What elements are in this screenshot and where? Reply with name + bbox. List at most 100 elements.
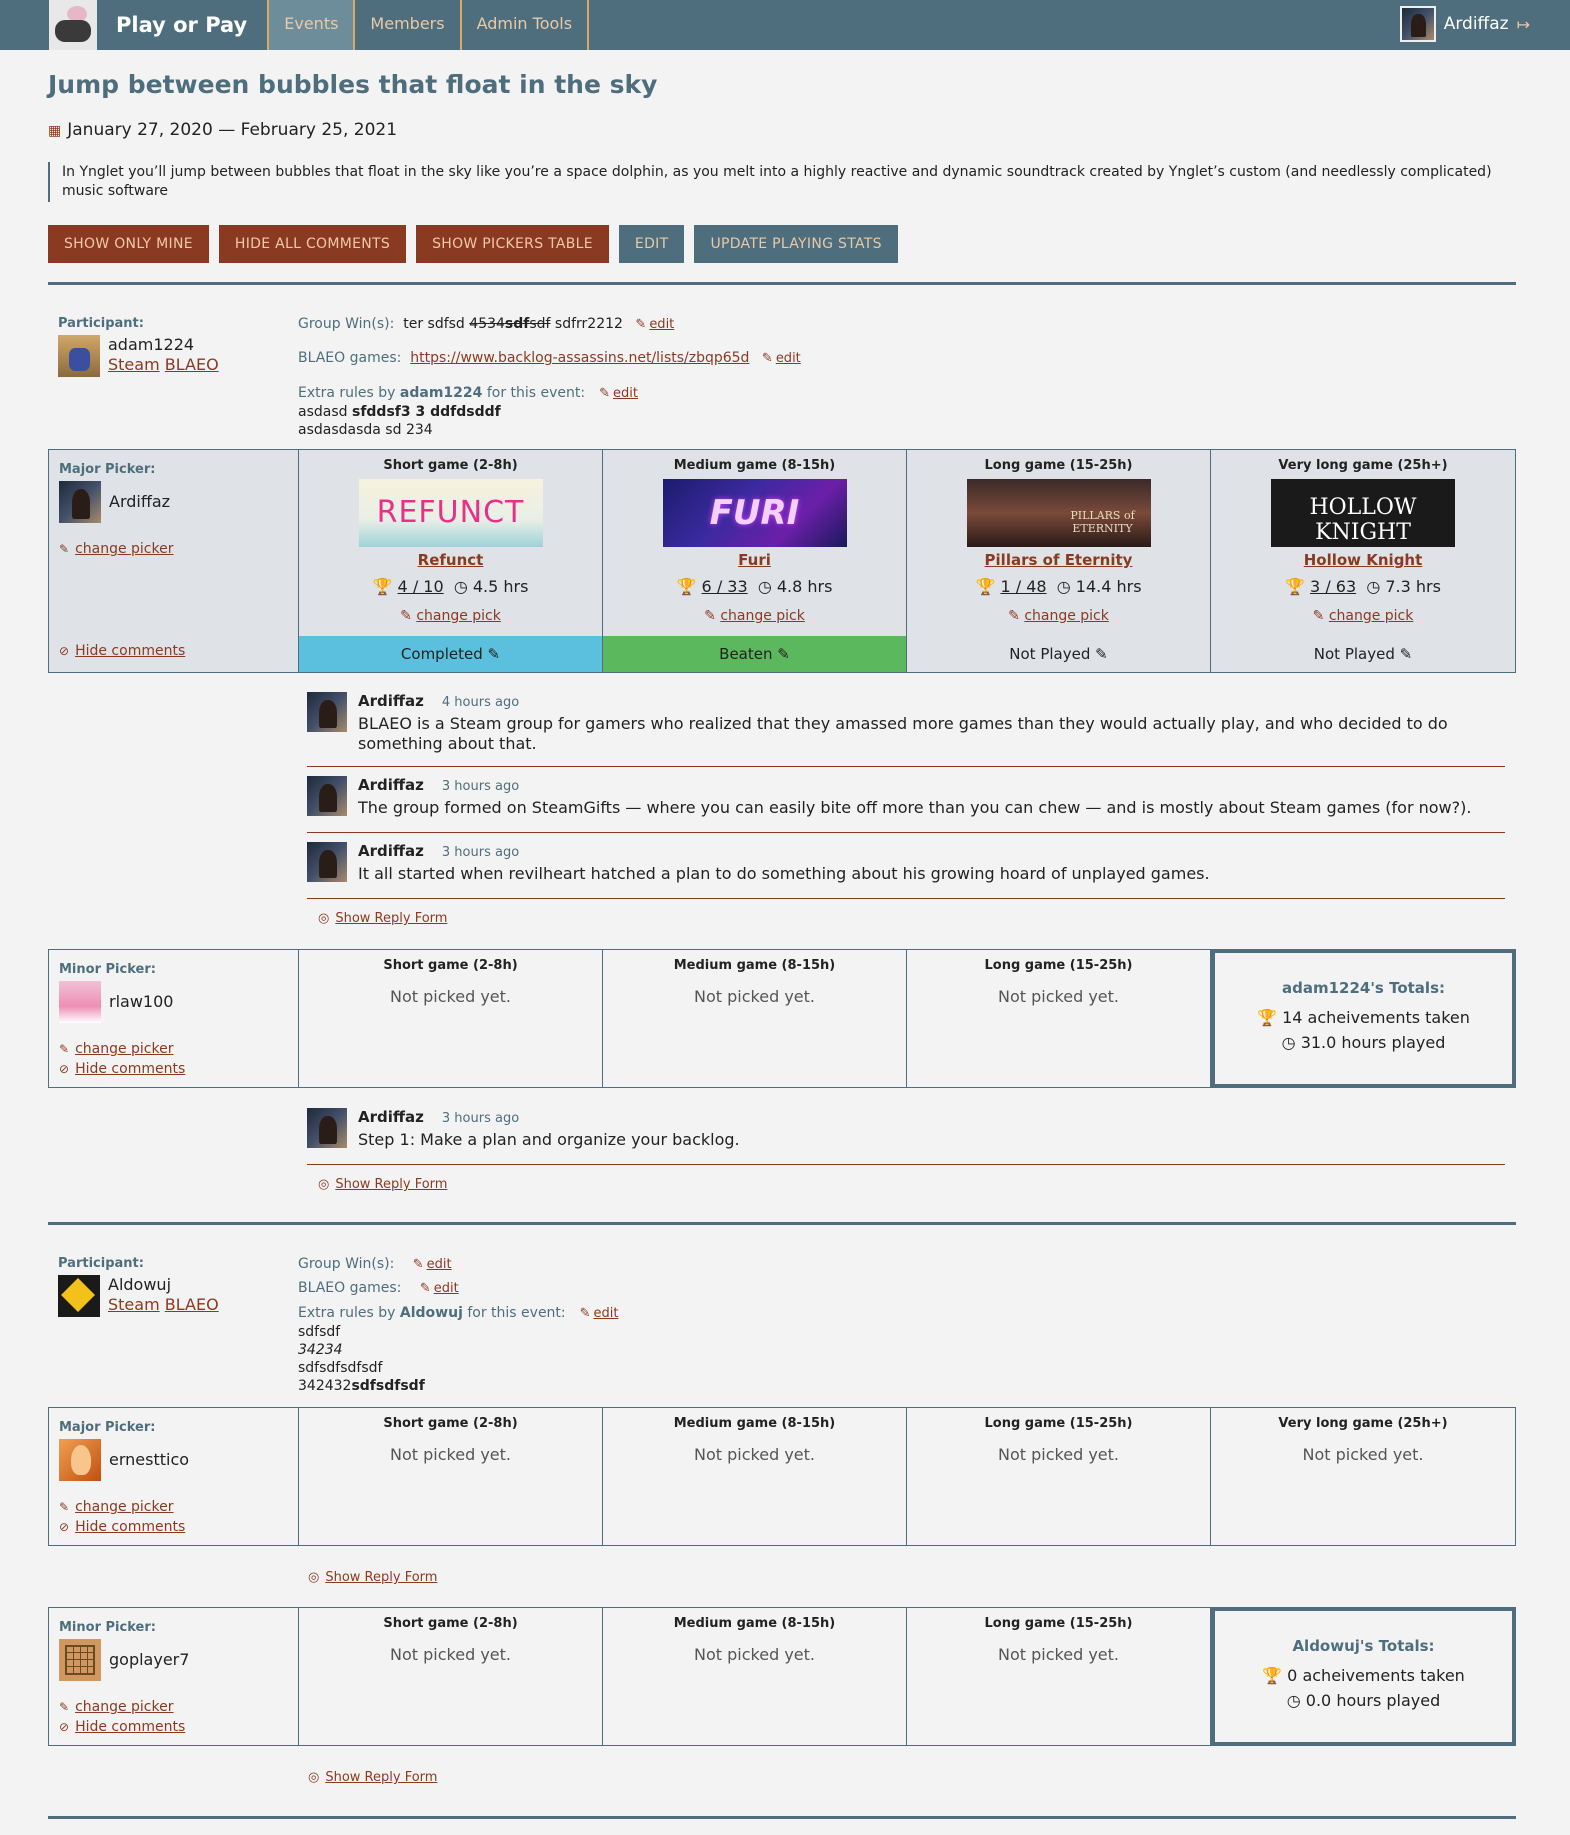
blaeo-url-link[interactable]: https://www.backlog-assassins.net/lists/… — [410, 350, 749, 366]
rules-line: sdfsdfsdfsdf — [298, 1360, 383, 1376]
show-reply-form-link[interactable]: ◎ Show Reply Form — [318, 911, 447, 926]
nav-members[interactable]: Members — [353, 0, 462, 50]
rules-line: 34234 — [298, 1342, 343, 1358]
action-bar: SHOW ONLY MINE HIDE ALL COMMENTS SHOW PI… — [48, 225, 908, 263]
edit-rules-link[interactable]: edit — [613, 386, 638, 401]
comment-author[interactable]: Ardiffaz — [358, 842, 424, 860]
status-badge[interactable]: Not Played ✎ — [907, 636, 1210, 672]
game-image[interactable]: REFUNCT — [358, 479, 543, 547]
participant-name[interactable]: Aldowuj — [108, 1275, 219, 1295]
hide-comments-link[interactable]: ⊘ Hide comments — [59, 1519, 288, 1535]
not-picked-text: Not picked yet. — [694, 987, 815, 1006]
not-picked-text: Not picked yet. — [694, 1645, 815, 1664]
picker-name[interactable]: rlaw100 — [109, 992, 173, 1012]
change-picker-link[interactable]: ✎ change picker — [59, 1041, 288, 1057]
blaeo-link[interactable]: BLAEO — [165, 1295, 219, 1314]
show-only-mine-button[interactable]: SHOW ONLY MINE — [48, 225, 209, 263]
hide-comments-link[interactable]: ⊘ Hide comments — [59, 643, 185, 659]
status-badge[interactable]: Not Played ✎ — [1211, 636, 1515, 672]
picker-name[interactable]: goplayer7 — [109, 1650, 189, 1670]
brand-title[interactable]: Play or Pay — [97, 0, 267, 50]
show-reply-form-link[interactable]: ◎ Show Reply Form — [308, 1570, 437, 1585]
comment-text: The group formed on SteamGifts — where y… — [358, 798, 1472, 817]
blaeo-link[interactable]: BLAEO — [165, 355, 219, 374]
comment-author[interactable]: Ardiffaz — [358, 692, 424, 710]
picker-info: Minor Picker: goplayer7 ✎ change picker ⊘… — [49, 1608, 299, 1745]
show-reply-form-link[interactable]: ◎ Show Reply Form — [308, 1770, 437, 1785]
hours: 4.8 hrs — [776, 577, 833, 596]
game-name[interactable]: Pillars of Eternity — [907, 551, 1210, 569]
logo-image[interactable] — [49, 0, 97, 50]
achievements-link[interactable]: 6 / 33 — [702, 577, 748, 596]
steam-link[interactable]: Steam — [108, 1295, 160, 1314]
group-wins-label: Group Win(s): — [298, 316, 395, 332]
achievements-link[interactable]: 1 / 48 — [1000, 577, 1046, 596]
game-slot-long: Long game (15-25h) Not picked yet. — [907, 1408, 1211, 1545]
change-picker-link[interactable]: ✎ change picker — [59, 1699, 288, 1715]
edit-group-wins-link[interactable]: edit — [427, 1257, 452, 1272]
update-playing-stats-button[interactable]: UPDATE PLAYING STATS — [694, 225, 898, 263]
game-image[interactable]: FURI — [662, 479, 847, 547]
hide-comments-link[interactable]: ⊘ Hide comments — [59, 1719, 288, 1735]
game-name[interactable]: Refunct — [299, 551, 602, 569]
status-badge[interactable]: Beaten ✎ — [603, 636, 906, 672]
blaeo-games-label: BLAEO games: — [298, 350, 402, 366]
hours: 7.3 hrs — [1385, 577, 1441, 596]
change-pick-link[interactable]: ✎ change pick — [907, 608, 1210, 624]
logout-icon[interactable]: ↦ — [1517, 15, 1530, 34]
avatar — [59, 1639, 101, 1681]
show-pickers-table-button[interactable]: SHOW PICKERS TABLE — [416, 225, 609, 263]
total-achievements: 🏆 0 acheivements taken — [1262, 1666, 1465, 1685]
change-pick-link[interactable]: ✎ change pick — [299, 608, 602, 624]
comment: Ardiffaz 3 hours ago Step 1: Make a plan … — [307, 1108, 1505, 1165]
participant-name[interactable]: adam1224 — [108, 335, 219, 355]
comment-icon: ◎ — [318, 1177, 330, 1192]
pencil-icon: ✎ — [579, 1306, 591, 1321]
status-badge[interactable]: Completed ✎ — [299, 636, 602, 672]
hide-all-comments-button[interactable]: HIDE ALL COMMENTS — [218, 225, 407, 263]
game-image[interactable]: PILLARS of ETERNITY — [966, 479, 1151, 547]
achievements-link[interactable]: 3 / 63 — [1310, 577, 1356, 596]
group-wins: Group Win(s): ✎ edit — [298, 1256, 452, 1272]
change-picker-link[interactable]: ✎ change picker — [59, 1499, 288, 1515]
game-image[interactable]: HOLLOW KNIGHT — [1271, 479, 1455, 547]
slot-title: Long game (15-25h) — [984, 458, 1133, 473]
pencil-icon: ✎ — [59, 542, 70, 556]
comment-author[interactable]: Ardiffaz — [358, 1108, 424, 1126]
edit-group-wins-link[interactable]: edit — [649, 317, 674, 332]
picker-name[interactable]: ernesttico — [109, 1450, 189, 1470]
user-menu[interactable]: Ardiffaz ↦ — [1399, 6, 1530, 42]
game-slot-short: Short game (2-8h) Not picked yet. — [299, 1408, 603, 1545]
game-name[interactable]: Hollow Knight — [1211, 551, 1515, 569]
edit-rules-link[interactable]: edit — [594, 1306, 619, 1321]
game-slot-short: Short game (2-8h) REFUNCT Refunct 🏆 4 / … — [299, 450, 603, 672]
show-reply-form-link[interactable]: ◎ Show Reply Form — [318, 1177, 447, 1192]
game-name[interactable]: Furi — [603, 551, 906, 569]
edit-blaeo-link[interactable]: edit — [434, 1281, 459, 1296]
picker-name[interactable]: Ardiffaz — [109, 492, 170, 512]
nav-events[interactable]: Events — [267, 0, 356, 50]
game-image-text: HOLLOW KNIGHT — [1309, 495, 1417, 545]
game-slot-short: Short game (2-8h) Not picked yet. — [299, 1608, 603, 1745]
game-image-text: PILLARS of ETERNITY — [1070, 509, 1135, 535]
change-pick-link[interactable]: ✎ change pick — [1211, 608, 1515, 624]
edit-blaeo-link[interactable]: edit — [776, 351, 801, 366]
change-picker-link[interactable]: ✎ change picker — [59, 541, 288, 557]
divider — [48, 1222, 1516, 1225]
total-hours: ◷ 31.0 hours played — [1281, 1033, 1446, 1052]
comment: Ardiffaz 4 hours ago BLAEO is a Steam gro… — [307, 692, 1505, 767]
participant-label: Participant: — [58, 316, 144, 331]
avatar — [59, 981, 101, 1023]
hide-comments-link[interactable]: ⊘ Hide comments — [59, 1061, 288, 1077]
nav-admin-tools[interactable]: Admin Tools — [459, 0, 590, 50]
change-pick-link[interactable]: ✎ change pick — [603, 608, 906, 624]
comment-author[interactable]: Ardiffaz — [358, 776, 424, 794]
avatar — [59, 1439, 101, 1481]
pencil-icon: ✎ — [59, 1042, 70, 1056]
achievements-link[interactable]: 4 / 10 — [398, 577, 444, 596]
eye-slash-icon: ⊘ — [59, 1520, 70, 1534]
user-name[interactable]: Ardiffaz — [1444, 14, 1509, 34]
edit-event-button[interactable]: EDIT — [618, 225, 685, 263]
minor-picker-row: Minor Picker: rlaw100 ✎ change picker ⊘ Hi… — [48, 949, 1516, 1088]
steam-link[interactable]: Steam — [108, 355, 160, 374]
